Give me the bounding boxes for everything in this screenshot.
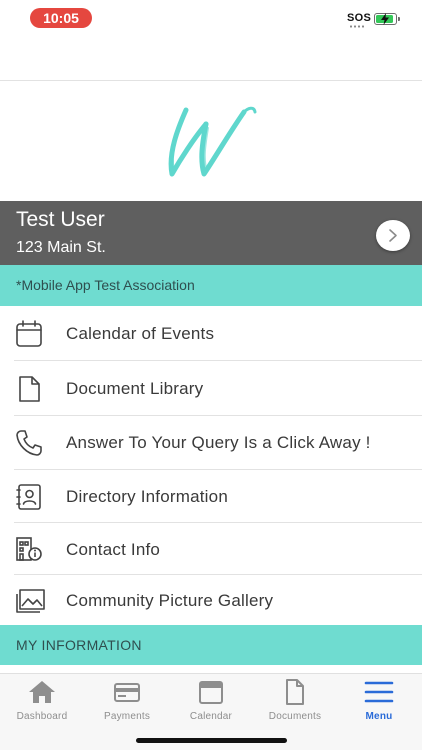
association-header: *Mobile App Test Association bbox=[0, 265, 422, 306]
menu-item-calendar-of-events[interactable]: Calendar of Events bbox=[0, 306, 422, 361]
home-indicator[interactable] bbox=[136, 738, 287, 743]
tab-label: Documents bbox=[268, 711, 322, 722]
tab-documents[interactable]: Documents bbox=[253, 679, 337, 722]
tab-payments[interactable]: Payments bbox=[85, 679, 169, 722]
cursive-w-logo bbox=[168, 106, 257, 177]
battery-icon bbox=[374, 13, 400, 25]
tab-label: Menu bbox=[365, 711, 393, 722]
hamburger-menu-icon bbox=[364, 681, 394, 703]
menu-item-label: Document Library bbox=[66, 379, 204, 398]
menu-item-contact-info[interactable]: Contact Info bbox=[0, 523, 422, 575]
chevron-right-icon bbox=[389, 229, 397, 242]
credit-card-icon bbox=[114, 683, 140, 702]
contact-book-icon bbox=[16, 484, 41, 510]
status-bar: 10:05 SOS bbox=[0, 0, 422, 36]
user-name: Test User bbox=[16, 208, 105, 231]
tab-calendar[interactable]: Calendar bbox=[169, 679, 253, 722]
tab-label: Calendar bbox=[189, 711, 233, 722]
carrier-status: SOS bbox=[347, 12, 372, 24]
menu-item-label: Calendar of Events bbox=[66, 324, 215, 343]
tab-label: Payments bbox=[103, 711, 151, 722]
building-info-icon bbox=[16, 537, 42, 561]
charging-bolt-icon bbox=[381, 13, 389, 25]
document-icon bbox=[286, 679, 304, 705]
menu-item-label: Community Picture Gallery bbox=[66, 591, 274, 610]
tab-label: Dashboard bbox=[16, 711, 68, 722]
menu-item-answer-query[interactable]: Answer To Your Query Is a Click Away ! bbox=[0, 416, 422, 470]
gallery-icon bbox=[16, 589, 45, 613]
tab-dashboard[interactable]: Dashboard bbox=[0, 679, 84, 722]
menu-item-label: Directory Information bbox=[66, 487, 228, 506]
user-banner[interactable]: Test User 123 Main St. bbox=[0, 201, 422, 265]
profile-details-button[interactable] bbox=[376, 220, 410, 251]
user-address: 123 Main St. bbox=[16, 239, 106, 256]
document-icon bbox=[19, 376, 40, 402]
menu-item-community-picture-gallery[interactable]: Community Picture Gallery bbox=[0, 575, 422, 625]
menu-item-label: Answer To Your Query Is a Click Away ! bbox=[66, 433, 371, 452]
phone-icon bbox=[16, 430, 42, 456]
menu-item-directory-information[interactable]: Directory Information bbox=[0, 470, 422, 523]
status-time: 10:05 bbox=[30, 8, 92, 28]
calendar-icon bbox=[199, 681, 223, 704]
home-icon bbox=[29, 681, 55, 703]
menu-item-label: Contact Info bbox=[66, 540, 161, 559]
calendar-icon bbox=[16, 320, 42, 347]
signal-dots-icon bbox=[349, 25, 365, 28]
header-divider bbox=[0, 80, 422, 81]
tab-menu[interactable]: Menu bbox=[337, 679, 421, 722]
menu-item-document-library[interactable]: Document Library bbox=[0, 361, 422, 416]
my-information-header: MY INFORMATION bbox=[0, 625, 422, 665]
